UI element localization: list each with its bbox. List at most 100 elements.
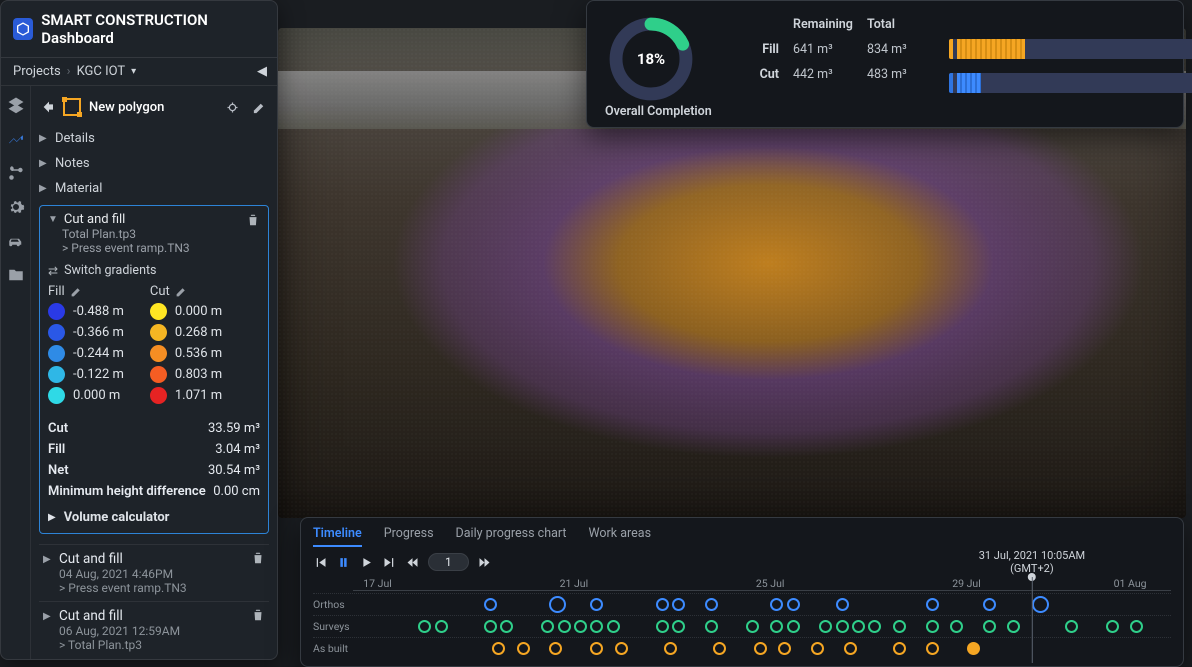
history-item[interactable]: ▶Cut and fill04 Aug, 2021 4:46PM> Press … — [39, 544, 269, 601]
delete-icon[interactable] — [246, 213, 260, 227]
timeline-node[interactable] — [1130, 620, 1143, 633]
timeline-node[interactable] — [983, 620, 996, 633]
tab-timeline[interactable]: Timeline — [313, 526, 362, 547]
timeline-node[interactable] — [656, 598, 669, 611]
timeline-node[interactable] — [500, 620, 513, 633]
timeline-node[interactable] — [672, 598, 685, 611]
edit-icon[interactable] — [252, 100, 267, 115]
skip-end-icon[interactable] — [382, 555, 397, 570]
step-back-icon[interactable] — [405, 555, 420, 570]
timeline-node[interactable] — [656, 620, 669, 633]
timeline-node[interactable] — [705, 598, 718, 611]
timeline-node[interactable] — [967, 642, 980, 655]
timeline-node[interactable] — [1032, 596, 1049, 613]
timeline-node[interactable] — [787, 620, 800, 633]
history-item[interactable]: ▶Cut and fill06 Aug, 2021 12:59AM> Total… — [39, 601, 269, 658]
timeline-node[interactable] — [484, 620, 497, 633]
timeline-node[interactable] — [926, 642, 939, 655]
play-icon[interactable] — [359, 555, 374, 570]
timeline-node[interactable] — [746, 620, 759, 633]
gradient-stop[interactable]: -0.244 m — [48, 345, 124, 362]
timeline-node[interactable] — [770, 620, 783, 633]
timeline-node[interactable] — [819, 620, 832, 633]
branches-icon[interactable] — [7, 164, 25, 182]
gradient-stop[interactable]: 0.536 m — [150, 345, 222, 362]
layers-icon[interactable] — [7, 96, 25, 114]
timeline-node[interactable] — [844, 642, 857, 655]
gradient-stop[interactable]: 0.803 m — [150, 366, 222, 383]
delete-icon[interactable] — [251, 608, 265, 622]
timeline-node[interactable] — [836, 620, 849, 633]
timeline-node[interactable] — [778, 642, 791, 655]
breadcrumb[interactable]: Projects › KGC IOT ▾ ◀ — [1, 58, 277, 86]
timeline-node[interactable] — [615, 642, 628, 655]
timeline-node[interactable] — [558, 620, 571, 633]
timeline-node[interactable] — [435, 620, 448, 633]
timeline-node[interactable] — [607, 620, 620, 633]
gradient-stop[interactable]: -0.488 m — [48, 303, 124, 320]
timeline-node[interactable] — [754, 642, 767, 655]
tab-progress[interactable]: Progress — [384, 526, 434, 547]
timeline-node[interactable] — [926, 598, 939, 611]
volume-calculator[interactable]: ▶Volume calculator — [48, 502, 260, 525]
timeline-node[interactable] — [590, 642, 603, 655]
timeline-node[interactable] — [549, 596, 566, 613]
timeline-node[interactable] — [541, 620, 554, 633]
switch-gradients[interactable]: ⇄ Switch gradients — [48, 263, 260, 278]
gradient-stop[interactable]: -0.122 m — [48, 366, 124, 383]
breadcrumb-project[interactable]: KGC IOT — [77, 64, 126, 79]
timeline-node[interactable] — [836, 598, 849, 611]
skip-start-icon[interactable] — [313, 555, 328, 570]
timeline-node[interactable] — [549, 642, 562, 655]
timeline-axis[interactable]: 17 Jul21 Jul25 Jul29 Jul01 Aug — [353, 577, 1171, 591]
back-icon[interactable] — [39, 99, 55, 115]
edit-icon[interactable] — [175, 285, 188, 298]
timeline-node[interactable] — [418, 620, 431, 633]
gradient-stop[interactable]: 0.000 m — [48, 387, 124, 404]
timeline-node[interactable] — [770, 598, 783, 611]
step-fwd-icon[interactable] — [477, 555, 492, 570]
gradient-stop[interactable]: -0.366 m — [48, 324, 124, 341]
timeline-node[interactable] — [664, 642, 677, 655]
timeline-node[interactable] — [983, 598, 996, 611]
timeline-node[interactable] — [672, 620, 685, 633]
delete-icon[interactable] — [251, 551, 265, 565]
vehicle-icon[interactable] — [7, 232, 25, 250]
locate-icon[interactable] — [225, 100, 240, 115]
collapse-icon[interactable]: ▼ — [48, 214, 58, 225]
timeline-node[interactable] — [517, 642, 530, 655]
timeline-node[interactable] — [590, 620, 603, 633]
tab-daily-progress-chart[interactable]: Daily progress chart — [456, 526, 567, 547]
playhead-marker[interactable]: 31 Jul, 2021 10:05AM (GMT+2) — [979, 549, 1085, 575]
pause-icon[interactable] — [336, 555, 351, 570]
timeline-node[interactable] — [852, 620, 865, 633]
timeline-node[interactable] — [950, 620, 963, 633]
timeline-node[interactable] — [1065, 620, 1078, 633]
gear-icon[interactable] — [7, 198, 25, 216]
timeline-node[interactable] — [811, 642, 824, 655]
breadcrumb-root[interactable]: Projects — [13, 64, 61, 79]
timeline-node[interactable] — [893, 642, 906, 655]
edit-icon[interactable] — [70, 285, 83, 298]
section-material[interactable]: ▶Material — [37, 176, 271, 201]
measure-icon[interactable] — [7, 130, 25, 148]
timeline-node[interactable] — [926, 620, 939, 633]
gradient-stop[interactable]: 1.071 m — [150, 387, 222, 404]
timeline-node[interactable] — [590, 598, 603, 611]
speed-pill[interactable]: 1 — [428, 553, 469, 571]
section-notes[interactable]: ▶Notes — [37, 151, 271, 176]
timeline-node[interactable] — [1106, 620, 1119, 633]
timeline-node[interactable] — [484, 598, 497, 611]
collapse-icon[interactable]: ◀ — [257, 64, 267, 79]
tab-work-areas[interactable]: Work areas — [589, 526, 652, 547]
timeline-node[interactable] — [574, 620, 587, 633]
timeline-node[interactable] — [705, 620, 718, 633]
folder-icon[interactable] — [7, 266, 25, 284]
timeline-node[interactable] — [787, 598, 800, 611]
timeline-node[interactable] — [1007, 620, 1020, 633]
gradient-stop[interactable]: 0.268 m — [150, 324, 222, 341]
timeline-node[interactable] — [893, 620, 906, 633]
section-details[interactable]: ▶Details — [37, 126, 271, 151]
gradient-stop[interactable]: 0.000 m — [150, 303, 222, 320]
timeline-node[interactable] — [713, 642, 726, 655]
